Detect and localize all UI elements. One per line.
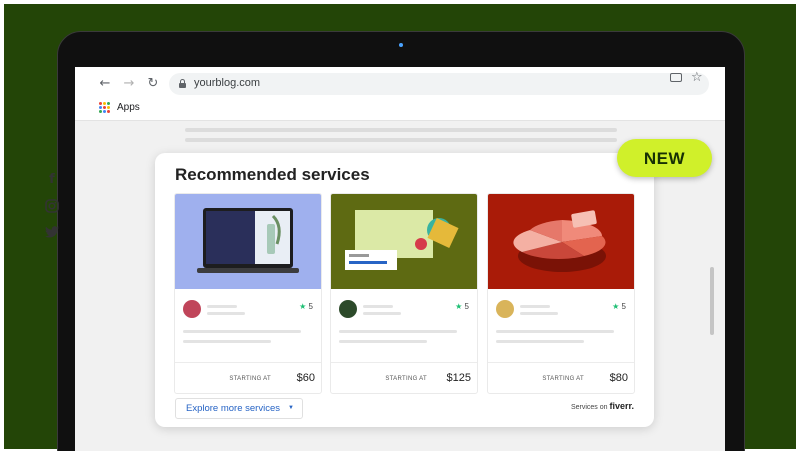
apps-label: Apps [117,102,140,113]
apps-grid-icon [99,102,110,113]
browser-toolbar: ← → ↻ yourblog.com ☆ Apps [75,67,725,121]
starting-at-label: STARTING AT [385,376,427,382]
placeholder-line [207,305,237,308]
arrow-left-icon[interactable]: ← [97,76,113,92]
rating: ★ 5 [612,302,626,311]
service-card[interactable]: ★ 5 STARTING AT $80 [487,193,635,394]
service-image [488,194,634,289]
twitter-icon[interactable] [45,226,59,240]
fiverr-logo: fiverr. [609,401,634,411]
avatar [183,300,201,318]
starting-at-label: STARTING AT [229,376,271,382]
bookmark-star-icon[interactable]: ☆ [691,70,703,85]
panel-title: Recommended services [175,165,370,184]
facebook-icon[interactable]: f [45,173,59,187]
placeholder-line [520,312,558,315]
placeholder-line [185,138,617,142]
placeholder-line [183,340,271,343]
price: $80 [609,372,628,384]
url-text: yourblog.com [194,77,261,89]
avatar [496,300,514,318]
recommended-services-panel: Recommended services ★ 5 STARTING AT $60 [155,153,654,427]
scrollbar[interactable] [710,267,714,335]
instagram-icon[interactable] [45,199,59,213]
price: $60 [296,372,315,384]
placeholder-line [207,312,245,315]
address-bar[interactable]: yourblog.com [169,73,709,95]
service-image [175,194,321,289]
service-image [331,194,477,289]
avatar [339,300,357,318]
card-footer: STARTING AT $125 [331,362,477,393]
service-card[interactable]: ★ 5 STARTING AT $125 [330,193,478,394]
rating: ★ 5 [455,302,469,311]
services-on-note: Services on fiverr. [571,401,634,411]
card-footer: STARTING AT $60 [175,362,321,393]
explore-more-button[interactable]: Explore more services ▼ [175,398,303,419]
explore-more-label: Explore more services [186,403,280,414]
placeholder-line [363,305,393,308]
arrow-right-icon[interactable]: → [121,76,137,92]
reload-icon[interactable]: ↻ [145,76,161,92]
price: $125 [446,372,471,384]
placeholder-line [363,312,401,315]
starting-at-label: STARTING AT [542,376,584,382]
caret-down-icon: ▼ [288,405,294,411]
placeholder-line [496,330,614,333]
rating: ★ 5 [299,302,313,311]
service-card[interactable]: ★ 5 STARTING AT $60 [174,193,322,394]
services-on-label: Services on [570,404,608,411]
placeholder-line [339,330,457,333]
placeholder-line [185,128,617,132]
camera-dot [399,43,403,47]
placeholder-line [496,340,584,343]
new-badge-label: NEW [643,149,686,168]
placeholder-line [520,305,550,308]
card-footer: STARTING AT $80 [488,362,634,393]
placeholder-line [183,330,301,333]
placeholder-line [339,340,427,343]
cast-icon[interactable] [670,73,682,82]
lock-icon [179,79,186,88]
new-badge: NEW [617,139,712,177]
